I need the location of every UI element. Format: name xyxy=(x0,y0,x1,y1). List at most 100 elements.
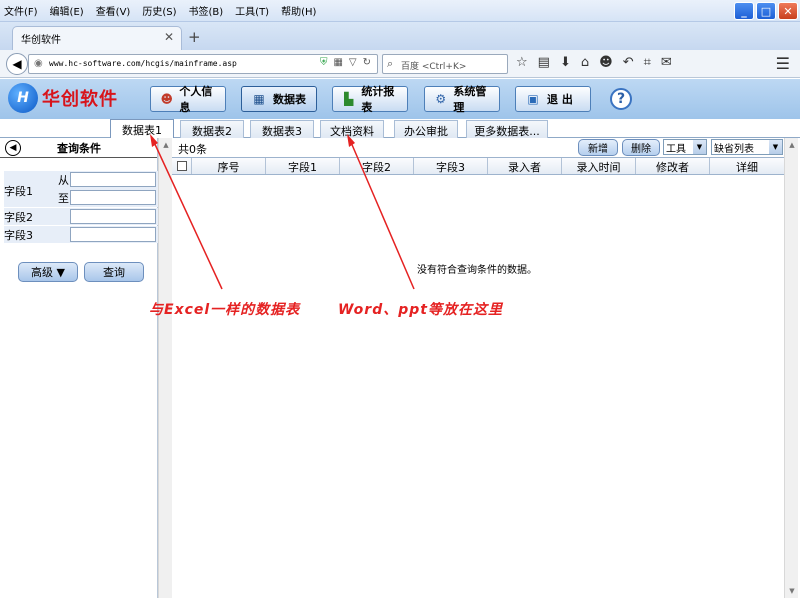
logout-label: 退 出 xyxy=(547,93,573,106)
close-tab-icon[interactable]: ✕ xyxy=(164,30,174,44)
personal-info-label: 个人信息 xyxy=(179,85,213,114)
col-header-field3[interactable]: 字段3 xyxy=(414,158,488,174)
col-header-creator[interactable]: 录入者 xyxy=(488,158,562,174)
menu-file[interactable]: 文件(F) xyxy=(4,3,38,18)
grid-toolbar: 共0条 新增 删除 工具 ▼ 缺省列表 ▼ xyxy=(172,138,800,158)
shield-icon[interactable]: ⛨ xyxy=(320,57,328,68)
col-header-seq[interactable]: 序号 xyxy=(192,158,266,174)
col-header-field2[interactable]: 字段2 xyxy=(340,158,414,174)
menu-bookmarks[interactable]: 书签(B) xyxy=(189,3,224,18)
field3-row: 字段3 xyxy=(4,226,158,243)
search-input[interactable]: ⌕ 百度 <Ctrl+K> xyxy=(382,54,508,74)
system-manage-label: 系统管理 xyxy=(453,85,487,114)
browser-tab-strip: 华创软件 ✕ + xyxy=(0,22,800,50)
scroll-up-icon[interactable]: ▲ xyxy=(785,138,799,152)
url-text: www.hc-software.com/hcgis/mainframe.asp xyxy=(49,59,237,68)
scroll-down-icon[interactable]: ▼ xyxy=(785,584,799,598)
tab-more-tables[interactable]: 更多数据表... xyxy=(466,120,548,138)
col-header-detail[interactable]: 详细 xyxy=(710,158,784,174)
field3-input[interactable] xyxy=(70,227,156,242)
field1-label: 字段1 xyxy=(4,185,33,198)
chevron-down-icon: ▼ xyxy=(693,140,706,154)
minimize-button[interactable]: _ xyxy=(734,2,754,20)
stats-report-button[interactable]: ▙ 统计报表 xyxy=(332,85,408,114)
table-icon: ▦ xyxy=(253,92,265,106)
logo-text: 华创软件 xyxy=(42,89,118,110)
col-header-created-time[interactable]: 录入时间 xyxy=(562,158,636,174)
reading-list-icon[interactable]: ▤ xyxy=(538,55,550,70)
right-scrollbar[interactable]: ▲ ▼ xyxy=(784,138,798,598)
tab-data-table-3[interactable]: 数据表3 xyxy=(250,120,314,138)
left-scrollbar[interactable]: ▲ xyxy=(158,138,172,598)
tab-office-approval[interactable]: 办公审批 xyxy=(394,120,458,138)
from-label: 从 xyxy=(58,174,69,187)
menu-edit[interactable]: 编辑(E) xyxy=(50,3,84,18)
crop-icon[interactable]: ⌗ xyxy=(644,55,651,70)
view-select[interactable]: 缺省列表 ▼ xyxy=(711,139,783,155)
select-all-cell xyxy=(172,158,192,174)
field2-label: 字段2 xyxy=(4,211,33,224)
bookmark-star-icon[interactable]: ☆ xyxy=(516,55,528,70)
browser-tab[interactable]: 华创软件 ✕ xyxy=(12,26,182,50)
personal-info-button[interactable]: ☻ 个人信息 xyxy=(150,85,226,114)
tab-documents[interactable]: 文档资料 xyxy=(320,120,384,138)
browser-tab-title: 华创软件 xyxy=(21,35,61,46)
scroll-up-icon[interactable]: ▲ xyxy=(159,138,173,152)
qr-icon[interactable]: ▦ xyxy=(333,57,342,68)
reload-icon[interactable]: ↻ xyxy=(363,57,371,68)
field2-input[interactable] xyxy=(70,209,156,224)
back-button[interactable]: ◀ xyxy=(6,53,28,75)
dropdown-icon[interactable]: ▽ xyxy=(349,57,357,68)
field1-row: 字段1 从 至 xyxy=(4,171,158,207)
add-button[interactable]: 新增 xyxy=(578,139,618,156)
address-bar[interactable]: ◉ www.hc-software.com/hcgis/mainframe.as… xyxy=(28,54,378,74)
delete-button[interactable]: 删除 xyxy=(622,139,660,156)
back-arrow-icon: ◀ xyxy=(12,57,22,71)
undo-icon[interactable]: ↶ xyxy=(623,55,634,70)
data-table-button[interactable]: ▦ 数据表 xyxy=(241,86,317,112)
tab-data-table-1[interactable]: 数据表1 xyxy=(110,119,174,138)
search-placeholder: 百度 <Ctrl+K> xyxy=(401,62,467,72)
menu-help[interactable]: 帮助(H) xyxy=(281,3,316,18)
tab-data-table-2[interactable]: 数据表2 xyxy=(180,120,244,138)
empty-message: 没有符合查询条件的数据。 xyxy=(417,265,537,276)
menu-icon[interactable]: ☰ xyxy=(776,54,790,73)
menu-bar: 文件(F) 编辑(E) 查看(V) 历史(S) 书签(B) 工具(T) 帮助(H… xyxy=(4,3,316,18)
select-all-checkbox[interactable] xyxy=(176,161,187,171)
stats-report-label: 统计报表 xyxy=(361,85,395,114)
globe-icon: ◉ xyxy=(34,58,43,69)
menu-history[interactable]: 历史(S) xyxy=(142,3,176,18)
col-header-field1[interactable]: 字段1 xyxy=(266,158,340,174)
download-icon[interactable]: ⬇ xyxy=(560,55,571,70)
field2-row: 字段2 xyxy=(4,208,158,225)
maximize-button[interactable]: □ xyxy=(756,2,776,20)
menu-view[interactable]: 查看(V) xyxy=(96,3,131,18)
logout-button[interactable]: ▣ 退 出 xyxy=(515,86,591,112)
to-label: 至 xyxy=(58,192,69,205)
chat-icon[interactable]: ✉ xyxy=(661,55,672,70)
field3-label: 字段3 xyxy=(4,229,33,242)
tools-select[interactable]: 工具 ▼ xyxy=(663,139,707,155)
query-button[interactable]: 查询 xyxy=(84,262,144,282)
gear-icon: ⚙ xyxy=(435,92,447,106)
field1-to-input[interactable] xyxy=(70,190,156,205)
col-header-modifier[interactable]: 修改者 xyxy=(636,158,710,174)
new-tab-icon[interactable]: + xyxy=(188,28,201,46)
record-count: 共0条 xyxy=(178,143,207,156)
view-select-value: 缺省列表 xyxy=(714,144,754,155)
help-icon[interactable]: ? xyxy=(610,88,632,110)
app-header: H 华创软件 ☻ 个人信息 ▦ 数据表 ▙ 统计报表 ⚙ 系统管理 ▣ 退 出 … xyxy=(0,79,800,119)
menu-tools[interactable]: 工具(T) xyxy=(235,3,269,18)
data-table-label: 数据表 xyxy=(273,93,306,106)
system-manage-button[interactable]: ⚙ 系统管理 xyxy=(424,85,500,114)
smiley-icon[interactable]: ☻ xyxy=(599,55,613,70)
home-icon[interactable]: ⌂ xyxy=(581,55,589,70)
collapse-arrow-icon[interactable]: ◀ xyxy=(5,139,21,156)
person-icon: ☻ xyxy=(160,92,173,106)
logo-icon: H xyxy=(8,83,38,113)
annotation-docs-text: Word、ppt等放在这里 xyxy=(338,302,503,318)
close-window-button[interactable]: ✕ xyxy=(778,2,798,20)
advanced-button[interactable]: 高级 ▼ xyxy=(18,262,78,282)
query-title: 查询条件 xyxy=(57,141,101,155)
field1-from-input[interactable] xyxy=(70,172,156,187)
